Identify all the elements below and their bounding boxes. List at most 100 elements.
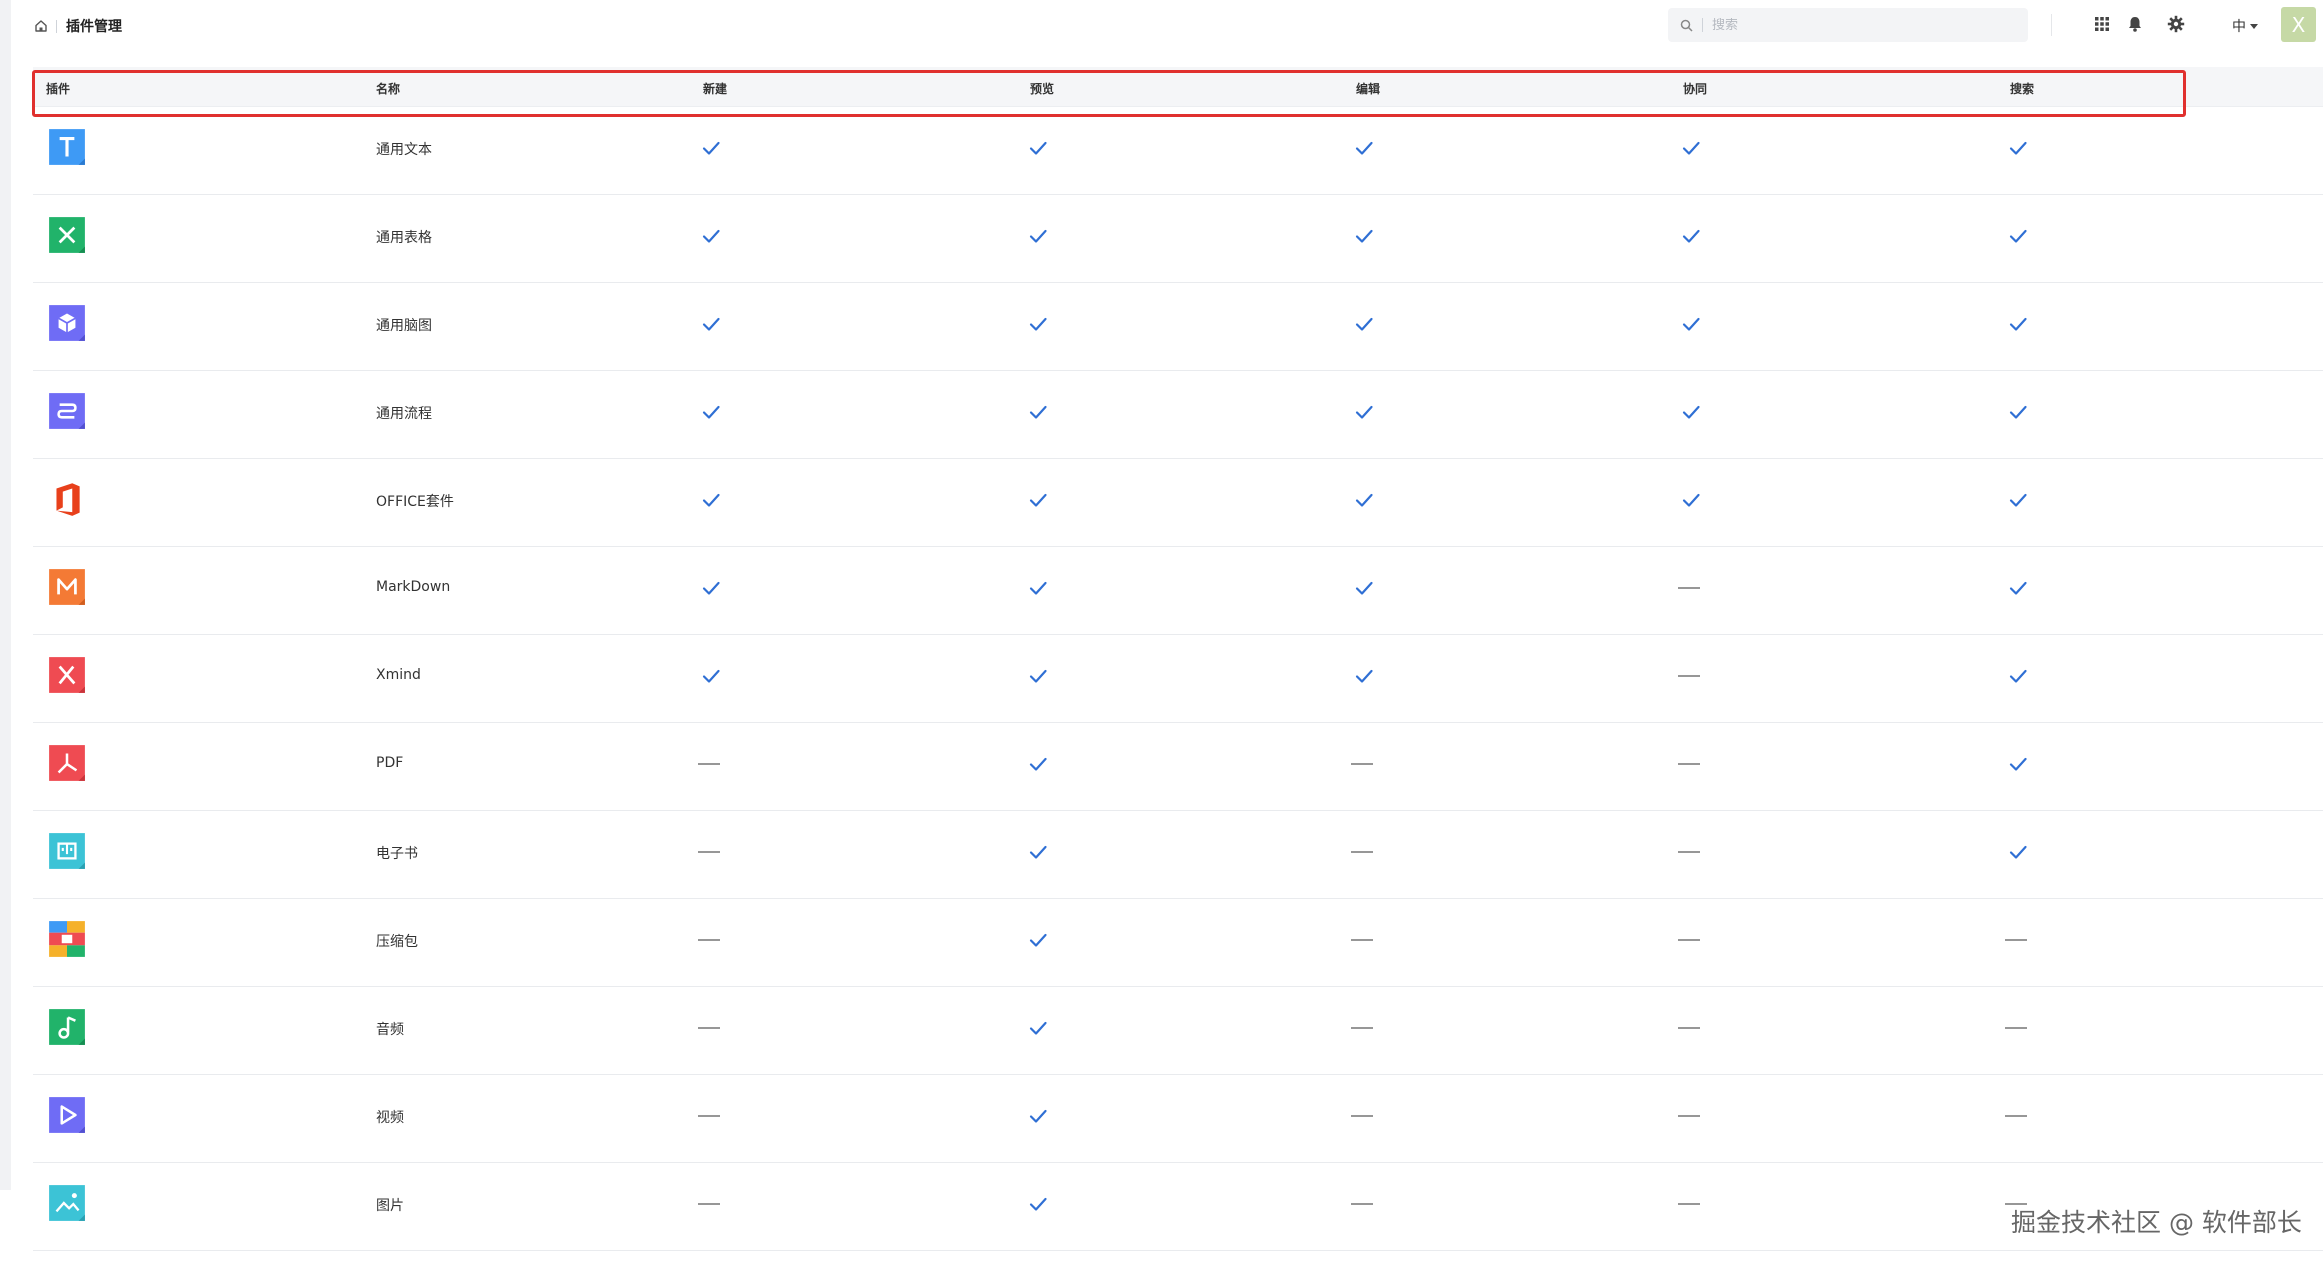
plugin-name: OFFICE套件 (376, 494, 454, 510)
table-row[interactable]: 通用流程 (33, 371, 2323, 459)
check-icon-collaborate (1680, 137, 1702, 159)
search-separator (1702, 18, 1703, 32)
dash-icon-collaborate (1678, 1193, 1700, 1215)
dash-icon-collaborate (1678, 1105, 1700, 1127)
sidebar-edge (0, 0, 11, 1190)
watermark-text: 掘金技术社区 @ 软件部长 (2011, 1208, 2302, 1237)
check-icon-preview (1027, 225, 1049, 247)
search-box[interactable] (1668, 8, 2028, 42)
check-icon-preview (1027, 1193, 1049, 1215)
check-icon-edit (1353, 313, 1375, 335)
table-row[interactable]: 电子书 (33, 811, 2323, 899)
check-icon-search (2007, 137, 2029, 159)
home-icon[interactable] (34, 19, 48, 33)
table-row[interactable]: 通用文本 (33, 107, 2323, 195)
check-icon-create (700, 225, 722, 247)
text-plugin-icon (47, 127, 87, 167)
check-icon-edit (1353, 577, 1375, 599)
check-icon-collaborate (1680, 313, 1702, 335)
check-icon-search (2007, 841, 2029, 863)
breadcrumb: 插件管理 (34, 16, 122, 36)
table-row[interactable]: 图片 (33, 1163, 2323, 1251)
check-icon-search (2007, 401, 2029, 423)
dash-icon-create (698, 1193, 720, 1215)
check-icon-search (2007, 577, 2029, 599)
audio-plugin-icon (47, 1007, 87, 1047)
user-avatar[interactable]: X (2281, 7, 2316, 42)
check-icon-edit (1353, 665, 1375, 687)
language-label: 中 (2232, 19, 2246, 35)
apps-grid-icon[interactable] (2093, 15, 2111, 33)
check-icon-search (2007, 489, 2029, 511)
dash-icon-collaborate (1678, 929, 1700, 951)
plugin-name: 通用表格 (376, 230, 432, 246)
check-icon-preview (1027, 1105, 1049, 1127)
check-icon-search (2007, 225, 2029, 247)
table-row[interactable]: Xmind (33, 635, 2323, 723)
dash-icon-collaborate (1678, 753, 1700, 775)
image-plugin-icon (47, 1183, 87, 1223)
notification-bell-icon[interactable] (2126, 15, 2144, 33)
check-icon-preview (1027, 577, 1049, 599)
check-icon-preview (1027, 929, 1049, 951)
plugin-management-page: 插件管理 搜索 中 X 插件 名称 新建 预览 编辑 协同 搜索 通用文本 通用… (0, 0, 2323, 1261)
search-input[interactable] (1712, 17, 1992, 33)
plugin-name: 通用流程 (376, 406, 432, 422)
archive-plugin-icon (47, 919, 87, 959)
check-icon-preview (1027, 753, 1049, 775)
page-title: 插件管理 (66, 19, 122, 35)
plugin-name: PDF (376, 755, 404, 771)
dash-icon-collaborate (1678, 577, 1700, 599)
plugin-name: 压缩包 (376, 934, 418, 950)
check-icon-preview (1027, 665, 1049, 687)
check-icon-create (700, 401, 722, 423)
search-icon (1680, 19, 1693, 32)
check-icon-collaborate (1680, 401, 1702, 423)
check-icon-create (700, 665, 722, 687)
check-icon-edit (1353, 225, 1375, 247)
flowchart-plugin-icon (47, 391, 87, 431)
check-icon-preview (1027, 1017, 1049, 1039)
plugin-name: 电子书 (376, 846, 418, 862)
dash-icon-collaborate (1678, 841, 1700, 863)
dash-icon-edit (1351, 753, 1373, 775)
table-row[interactable]: 视频 (33, 1075, 2323, 1163)
check-icon-create (700, 313, 722, 335)
xmind-plugin-icon (47, 655, 87, 695)
check-icon-collaborate (1680, 489, 1702, 511)
table-row[interactable]: 音频 (33, 987, 2323, 1075)
dash-icon-create (698, 753, 720, 775)
check-icon-preview (1027, 137, 1049, 159)
plugin-name: Xmind (376, 667, 421, 683)
settings-gear-icon[interactable] (2167, 15, 2185, 33)
dash-icon-edit (1351, 1193, 1373, 1215)
table-row[interactable]: 通用脑图 (33, 283, 2323, 371)
table-row[interactable]: 压缩包 (33, 899, 2323, 987)
plugin-name: 音频 (376, 1022, 404, 1038)
table-row[interactable]: 通用表格 (33, 195, 2323, 283)
video-plugin-icon (47, 1095, 87, 1135)
dash-icon-collaborate (1678, 1017, 1700, 1039)
dash-icon-create (698, 1017, 720, 1039)
language-switcher[interactable]: 中 (2232, 16, 2258, 36)
check-icon-edit (1353, 401, 1375, 423)
plugin-name: 图片 (376, 1198, 404, 1214)
plugin-name: 通用文本 (376, 142, 432, 158)
table-row[interactable]: PDF (33, 723, 2323, 811)
table-row[interactable]: OFFICE套件 (33, 459, 2323, 547)
dash-icon-search (2005, 1105, 2027, 1127)
dash-icon-edit (1351, 1017, 1373, 1039)
check-icon-preview (1027, 841, 1049, 863)
dash-icon-collaborate (1678, 665, 1700, 687)
dash-icon-edit (1351, 841, 1373, 863)
chevron-down-icon (2250, 23, 2258, 29)
dash-icon-create (698, 841, 720, 863)
table-row[interactable]: MarkDown (33, 547, 2323, 635)
check-icon-preview (1027, 401, 1049, 423)
check-icon-preview (1027, 313, 1049, 335)
check-icon-preview (1027, 489, 1049, 511)
spreadsheet-plugin-icon (47, 215, 87, 255)
ebook-plugin-icon (47, 831, 87, 871)
header-divider (2051, 14, 2052, 36)
dash-icon-edit (1351, 1105, 1373, 1127)
